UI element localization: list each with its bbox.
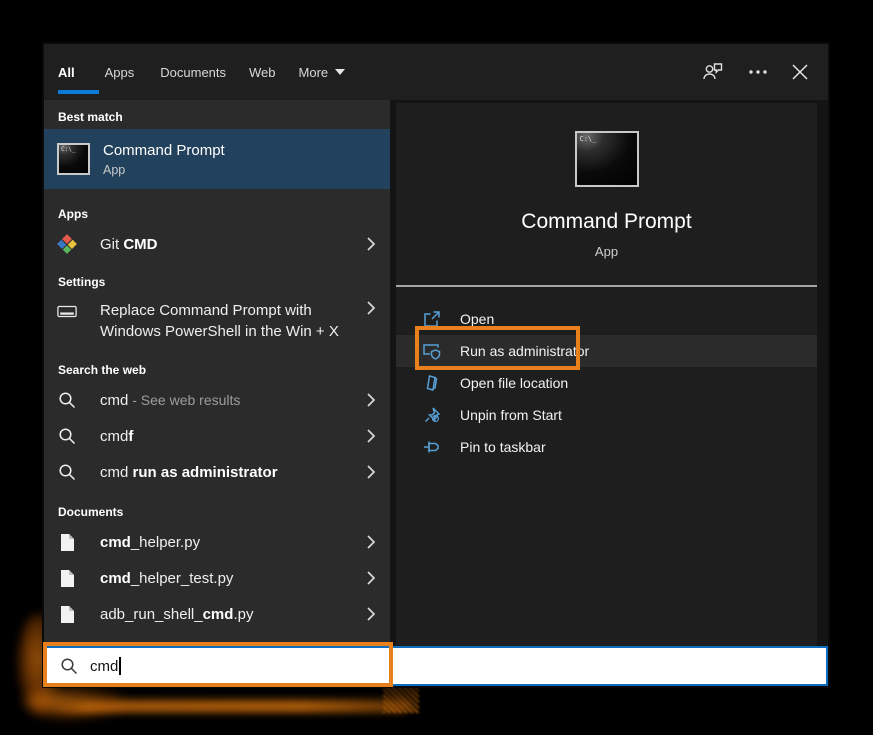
action-pin-to-taskbar[interactable]: Pin to taskbar — [396, 431, 817, 463]
chevron-right-icon[interactable] — [366, 392, 376, 408]
command-prompt-icon: C:\_ — [57, 143, 90, 175]
window-setting-icon — [57, 304, 77, 320]
document-icon — [57, 605, 77, 624]
preview-title: Command Prompt — [396, 207, 817, 237]
search-bar: cmd — [44, 646, 828, 686]
chevron-right-icon[interactable] — [366, 534, 376, 550]
active-tab-indicator — [58, 90, 99, 94]
result-replace-command-prompt-setting[interactable]: Replace Command Prompt with Windows Powe… — [44, 294, 390, 348]
action-unpin-from-start[interactable]: Unpin from Start — [396, 399, 817, 431]
document-label: cmd_helper_test.py — [100, 570, 233, 587]
chevron-right-icon[interactable] — [366, 300, 376, 316]
section-header-apps: Apps — [44, 204, 390, 226]
context-actions: Open Run as administrator Open file — [396, 303, 817, 463]
tab-apps[interactable]: Apps — [105, 65, 135, 80]
search-query-text: cmd — [90, 658, 118, 675]
action-label: Unpin from Start — [460, 407, 562, 423]
result-command-prompt[interactable]: C:\_ Command Prompt App — [44, 129, 390, 189]
tab-more[interactable]: More — [299, 65, 346, 80]
action-open[interactable]: Open — [396, 303, 817, 335]
document-icon — [57, 569, 77, 588]
doc-cmd-helper-py[interactable]: cmd_helper.py — [44, 524, 390, 560]
annotation-glow-patch — [383, 685, 419, 713]
preview-subtitle: App — [396, 243, 817, 261]
result-label: Replace Command Prompt with Windows Powe… — [100, 300, 339, 342]
action-label: Run as administrator — [460, 343, 589, 359]
annotation-glow-bottom — [50, 699, 410, 712]
action-run-as-administrator[interactable]: Run as administrator — [396, 335, 817, 367]
web-suggestion-cmd-run-as-administrator[interactable]: cmd run as administrator — [44, 454, 390, 490]
result-git-cmd[interactable]: Git CMD — [44, 226, 390, 262]
chevron-right-icon[interactable] — [366, 570, 376, 586]
chevron-right-icon[interactable] — [366, 236, 376, 252]
close-icon[interactable] — [792, 64, 808, 80]
doc-adb-run-shell-cmd-py[interactable]: adb_run_shell_cmd.py — [44, 596, 390, 632]
suggestion-label: cmd - See web results — [100, 392, 240, 409]
filter-tab-bar: All Apps Documents Web More — [44, 44, 828, 100]
document-label: adb_run_shell_cmd.py — [100, 606, 253, 623]
tab-web[interactable]: Web — [249, 65, 276, 80]
section-header-settings: Settings — [44, 272, 390, 294]
results-pane: Best match C:\_ Command Prompt App Apps … — [44, 100, 390, 646]
tab-all[interactable]: All — [58, 65, 75, 80]
doc-cmd-helper-test-py[interactable]: cmd_helper_test.py — [44, 560, 390, 596]
command-prompt-icon-large: C:\_ — [575, 131, 639, 187]
result-title: Command Prompt — [103, 141, 225, 160]
result-label: Git CMD — [100, 236, 158, 253]
web-suggestion-cmdf[interactable]: cmdf — [44, 418, 390, 454]
chevron-right-icon[interactable] — [366, 464, 376, 480]
action-label: Open file location — [460, 375, 568, 391]
section-header-documents: Documents — [44, 502, 390, 524]
search-icon — [57, 427, 77, 445]
search-icon — [57, 463, 77, 481]
document-icon — [57, 533, 77, 552]
document-label: cmd_helper.py — [100, 534, 200, 551]
action-open-file-location[interactable]: Open file location — [396, 367, 817, 399]
tab-more-label: More — [299, 65, 329, 80]
search-flyout-window: All Apps Documents Web More — [44, 44, 828, 686]
open-icon — [422, 309, 442, 329]
content-area: Best match C:\_ Command Prompt App Apps … — [44, 100, 828, 646]
annotation-glow-corner — [26, 686, 126, 718]
search-input[interactable]: cmd — [90, 657, 121, 675]
text-caret-icon — [119, 657, 121, 675]
chevron-right-icon[interactable] — [366, 428, 376, 444]
search-icon — [57, 391, 77, 409]
suggestion-label: cmdf — [100, 428, 133, 445]
action-label: Pin to taskbar — [460, 439, 546, 455]
section-header-best-match: Best match — [44, 107, 390, 129]
run-as-administrator-shield-icon — [422, 341, 442, 361]
action-label: Open — [460, 311, 494, 327]
git-icon — [57, 234, 77, 254]
pin-icon — [422, 437, 442, 457]
unpin-icon — [422, 405, 442, 425]
search-icon — [60, 657, 78, 675]
feedback-icon[interactable] — [702, 62, 724, 82]
file-location-icon — [422, 373, 442, 393]
divider — [396, 285, 817, 287]
dropdown-triangle-icon — [335, 69, 345, 75]
suggestion-label: cmd run as administrator — [100, 464, 278, 481]
preview-pane: C:\_ Command Prompt App Open — [396, 103, 817, 646]
chevron-right-icon[interactable] — [366, 606, 376, 622]
options-ellipsis-icon[interactable] — [748, 69, 768, 75]
result-subtitle: App — [103, 163, 225, 177]
section-header-search-the-web: Search the web — [44, 360, 390, 382]
tab-documents[interactable]: Documents — [160, 65, 226, 80]
web-suggestion-cmd[interactable]: cmd - See web results — [44, 382, 390, 418]
screen: All Apps Documents Web More — [0, 0, 873, 735]
